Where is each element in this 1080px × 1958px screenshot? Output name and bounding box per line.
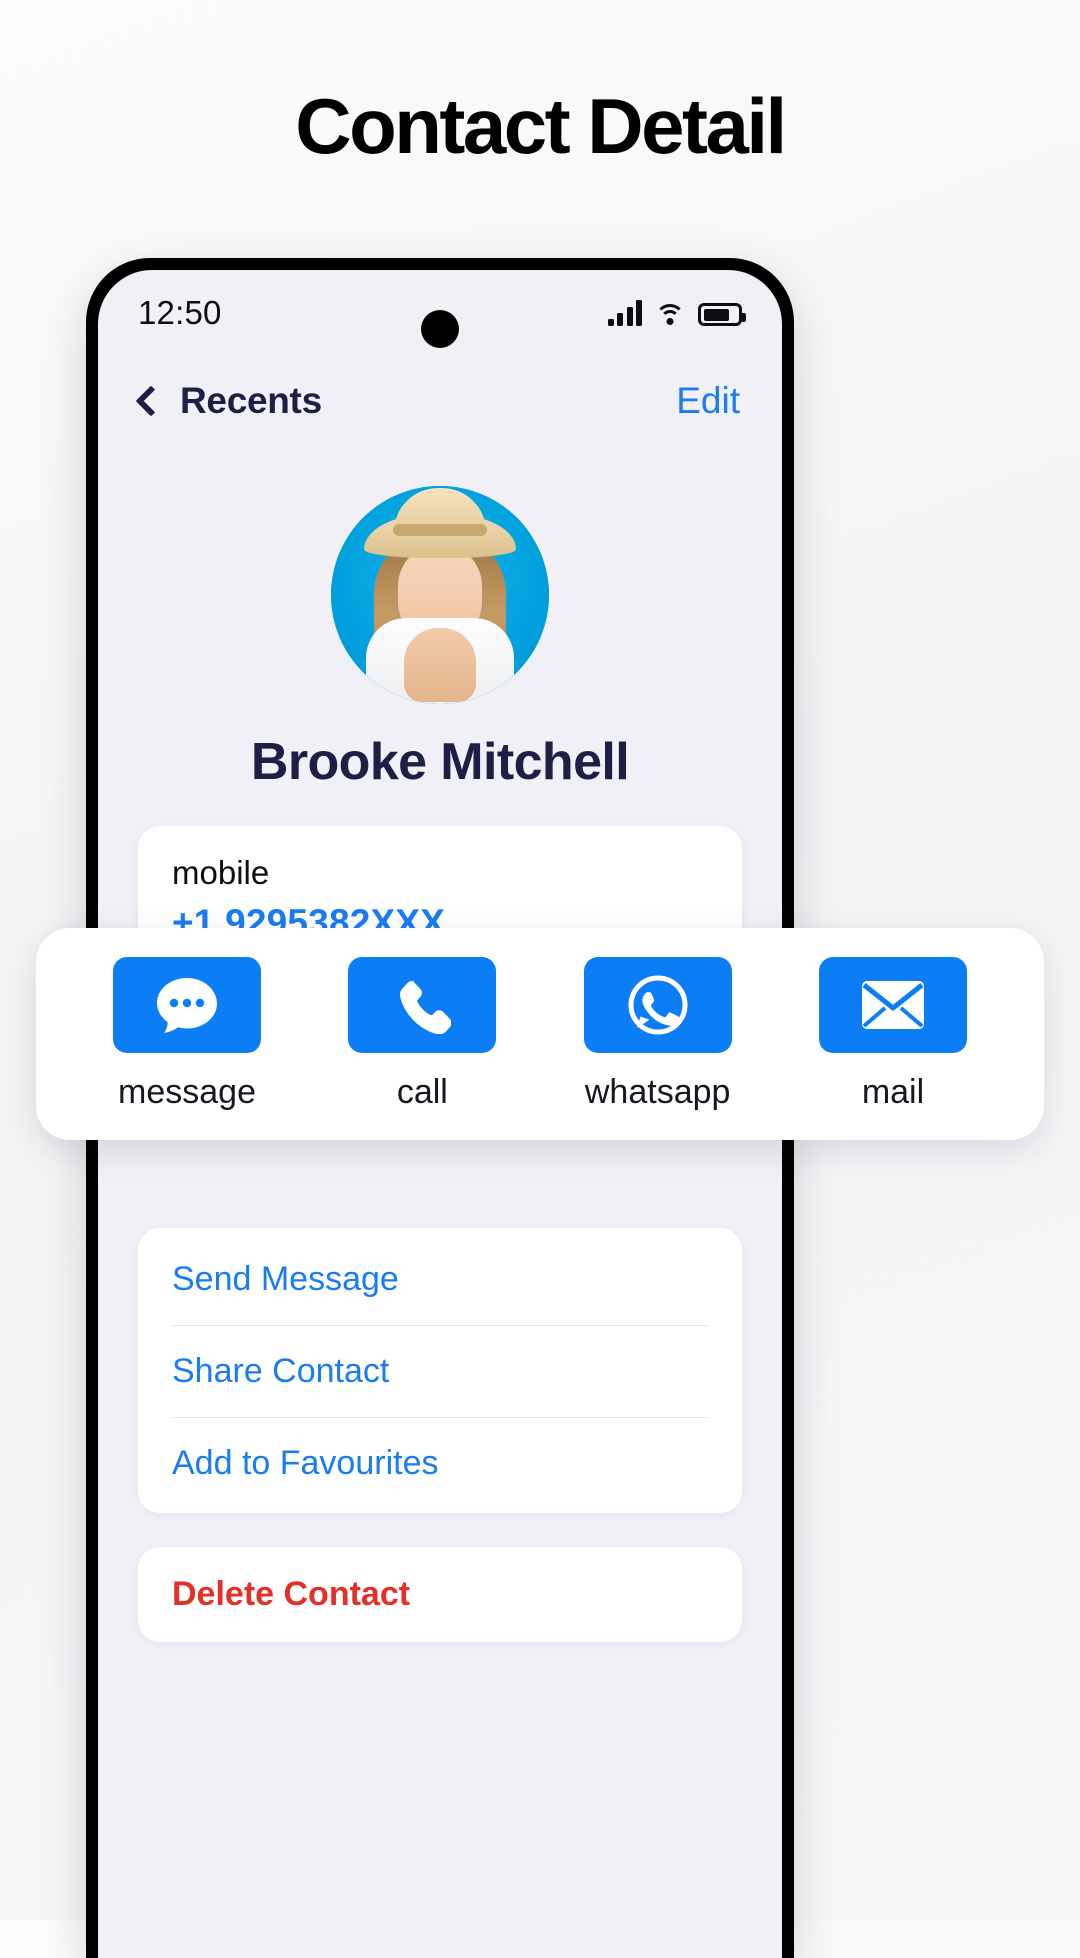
delete-contact-label: Delete Contact xyxy=(172,1575,411,1613)
avatar[interactable] xyxy=(331,486,549,704)
whatsapp-button[interactable] xyxy=(583,956,732,1053)
avatar-arms xyxy=(404,628,476,702)
front-camera-icon xyxy=(421,310,459,348)
mail-icon xyxy=(861,980,924,1029)
battery-icon xyxy=(698,303,746,326)
back-label: Recents xyxy=(180,380,322,421)
link-add-to-favourites[interactable]: Add to Favourites xyxy=(138,1418,742,1509)
action-mail[interactable]: mail xyxy=(804,956,982,1112)
status-icons xyxy=(607,300,746,326)
action-mail-label: mail xyxy=(861,1072,925,1111)
signal-icon xyxy=(607,300,642,326)
back-button[interactable]: Recents xyxy=(135,380,322,422)
mail-button[interactable] xyxy=(818,956,967,1053)
action-whatsapp[interactable]: whatsapp xyxy=(569,956,747,1112)
action-message[interactable]: message xyxy=(98,956,276,1112)
action-message-label: message xyxy=(118,1072,256,1111)
wifi-icon xyxy=(655,302,685,326)
phone-icon xyxy=(400,980,452,1034)
action-call-label: call xyxy=(396,1072,448,1111)
status-time: 12:50 xyxy=(138,294,222,331)
contact-name: Brooke Mitchell xyxy=(250,733,630,791)
delete-contact-card[interactable]: Delete Contact xyxy=(138,1547,742,1642)
status-bar: 12:50 xyxy=(98,270,782,356)
action-call[interactable]: call xyxy=(333,956,511,1112)
navigation-bar: Recents Edit xyxy=(98,356,782,446)
action-whatsapp-label: whatsapp xyxy=(584,1072,731,1111)
link-send-message[interactable]: Send Message xyxy=(138,1234,742,1325)
link-share-contact[interactable]: Share Contact xyxy=(138,1326,742,1417)
action-links-card: Send Message Share Contact Add to Favour… xyxy=(138,1228,742,1513)
message-icon xyxy=(157,977,217,1033)
page-title: Contact Detail xyxy=(295,82,787,170)
quick-action-bar: message call whatsapp mail xyxy=(36,928,1044,1140)
whatsapp-icon xyxy=(628,975,688,1034)
message-button[interactable] xyxy=(113,956,261,1053)
phone-label: mobile xyxy=(172,854,270,891)
call-button[interactable] xyxy=(348,956,497,1053)
edit-button[interactable]: Edit xyxy=(676,380,740,422)
chevron-left-icon xyxy=(135,385,167,417)
